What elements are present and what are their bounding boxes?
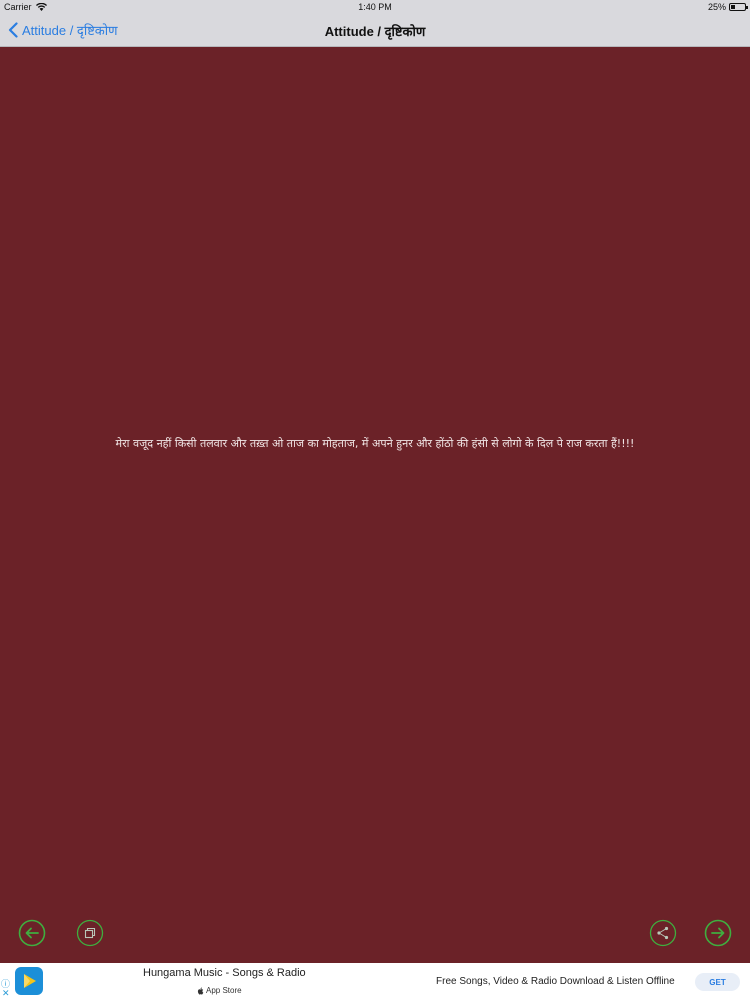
arrow-right-circle-icon <box>704 919 732 947</box>
quote-text: मेरा वजूद नहीं किसी तलवार और तख़्त ओ ताज… <box>115 437 635 450</box>
copy-quote-button[interactable] <box>76 919 104 947</box>
ad-close-icon[interactable]: ✕ <box>2 988 12 998</box>
ad-info-icon[interactable]: ⓘ <box>1 977 11 989</box>
previous-quote-button[interactable] <box>18 919 46 947</box>
battery-fill <box>731 5 735 9</box>
status-bar: Carrier 1:40 PM 25% <box>0 0 750 14</box>
ad-store-text: App Store <box>206 986 242 995</box>
quote-content-area: मेरा वजूद नहीं किसी तलवार और तख़्त ओ ताज… <box>0 48 750 963</box>
play-icon <box>24 974 36 988</box>
navigation-bar: Attitude / दृष्टिकोण Attitude / दृष्टिको… <box>0 14 750 47</box>
apple-icon <box>197 987 204 994</box>
status-time: 1:40 PM <box>358 2 392 12</box>
arrow-left-circle-icon <box>18 919 46 947</box>
battery-icon <box>729 3 748 11</box>
page-title: Attitude / दृष्टिकोण <box>324 24 426 39</box>
ad-description[interactable]: Free Songs, Video & Radio Download & Lis… <box>436 976 675 987</box>
ad-app-icon[interactable] <box>15 967 43 995</box>
ad-title[interactable]: Hungama Music - Songs & Radio <box>143 967 306 979</box>
ad-get-button[interactable]: GET <box>695 973 740 991</box>
next-quote-button[interactable] <box>704 919 732 947</box>
ad-banner[interactable]: ⓘ ✕ Hungama Music - Songs & Radio App St… <box>0 963 750 1000</box>
copy-icon <box>76 919 104 947</box>
share-quote-button[interactable] <box>649 919 677 947</box>
battery-info: 25% <box>707 2 748 12</box>
battery-percent: 25% <box>707 2 726 12</box>
ad-store-label: App Store <box>197 986 242 995</box>
share-icon <box>649 919 677 947</box>
